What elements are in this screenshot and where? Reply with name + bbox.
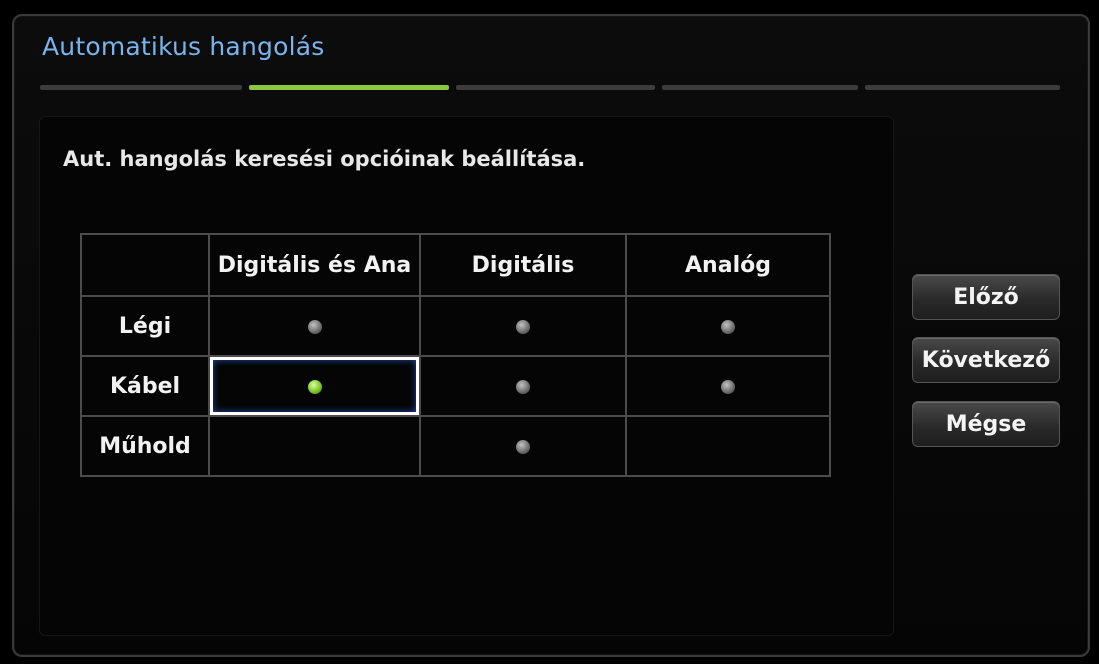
column-header-digital: Digitális bbox=[419, 233, 627, 297]
radio-dot-icon bbox=[516, 439, 530, 454]
next-button[interactable]: Következő bbox=[912, 337, 1060, 383]
dialog-title: Automatikus hangolás bbox=[42, 32, 325, 61]
search-options-grid: Digitális és Ana Digitális Analóg Légi K… bbox=[80, 233, 831, 477]
option-cell-air-digital[interactable] bbox=[419, 295, 627, 357]
previous-button[interactable]: Előző bbox=[912, 274, 1060, 320]
row-header-cable: Kábel bbox=[80, 355, 210, 417]
radio-dot-icon bbox=[516, 379, 530, 394]
radio-dot-icon bbox=[721, 319, 735, 334]
radio-dot-selected-icon bbox=[307, 379, 322, 394]
instruction-text: Aut. hangolás keresési opcióinak beállít… bbox=[63, 147, 586, 171]
radio-dot-icon bbox=[721, 379, 735, 394]
grid-header-row: Digitális és Ana Digitális Analóg bbox=[80, 233, 831, 297]
step-indicator-4 bbox=[662, 85, 858, 90]
step-indicator-5 bbox=[865, 85, 1060, 90]
empty-cell-satellite-analog bbox=[625, 415, 831, 477]
option-cell-air-digital-analog[interactable] bbox=[208, 295, 421, 357]
grid-row-air: Légi bbox=[80, 295, 831, 357]
grid-row-satellite: Műhold bbox=[80, 415, 831, 477]
grid-row-cable: Kábel bbox=[80, 355, 831, 417]
step-indicator-3 bbox=[456, 85, 655, 90]
option-cell-cable-digital-analog[interactable] bbox=[208, 355, 421, 417]
step-indicator-1 bbox=[40, 85, 242, 90]
radio-dot-icon bbox=[516, 319, 530, 334]
column-header-digital-and-analog: Digitális és Ana bbox=[208, 233, 421, 297]
column-header-analog: Analóg bbox=[625, 233, 831, 297]
option-cell-cable-analog[interactable] bbox=[625, 355, 831, 417]
grid-corner-cell bbox=[80, 233, 210, 297]
step-indicator-2 bbox=[249, 85, 449, 90]
empty-cell-satellite-digital-analog bbox=[208, 415, 421, 477]
cancel-button[interactable]: Mégse bbox=[912, 401, 1060, 447]
radio-dot-icon bbox=[307, 319, 322, 334]
option-cell-satellite-digital[interactable] bbox=[419, 415, 627, 477]
row-header-satellite: Műhold bbox=[80, 415, 210, 477]
auto-tuning-dialog: Automatikus hangolás Aut. hangolás keres… bbox=[12, 14, 1090, 657]
row-header-air: Légi bbox=[80, 295, 210, 357]
option-cell-cable-digital[interactable] bbox=[419, 355, 627, 417]
option-cell-air-analog[interactable] bbox=[625, 295, 831, 357]
